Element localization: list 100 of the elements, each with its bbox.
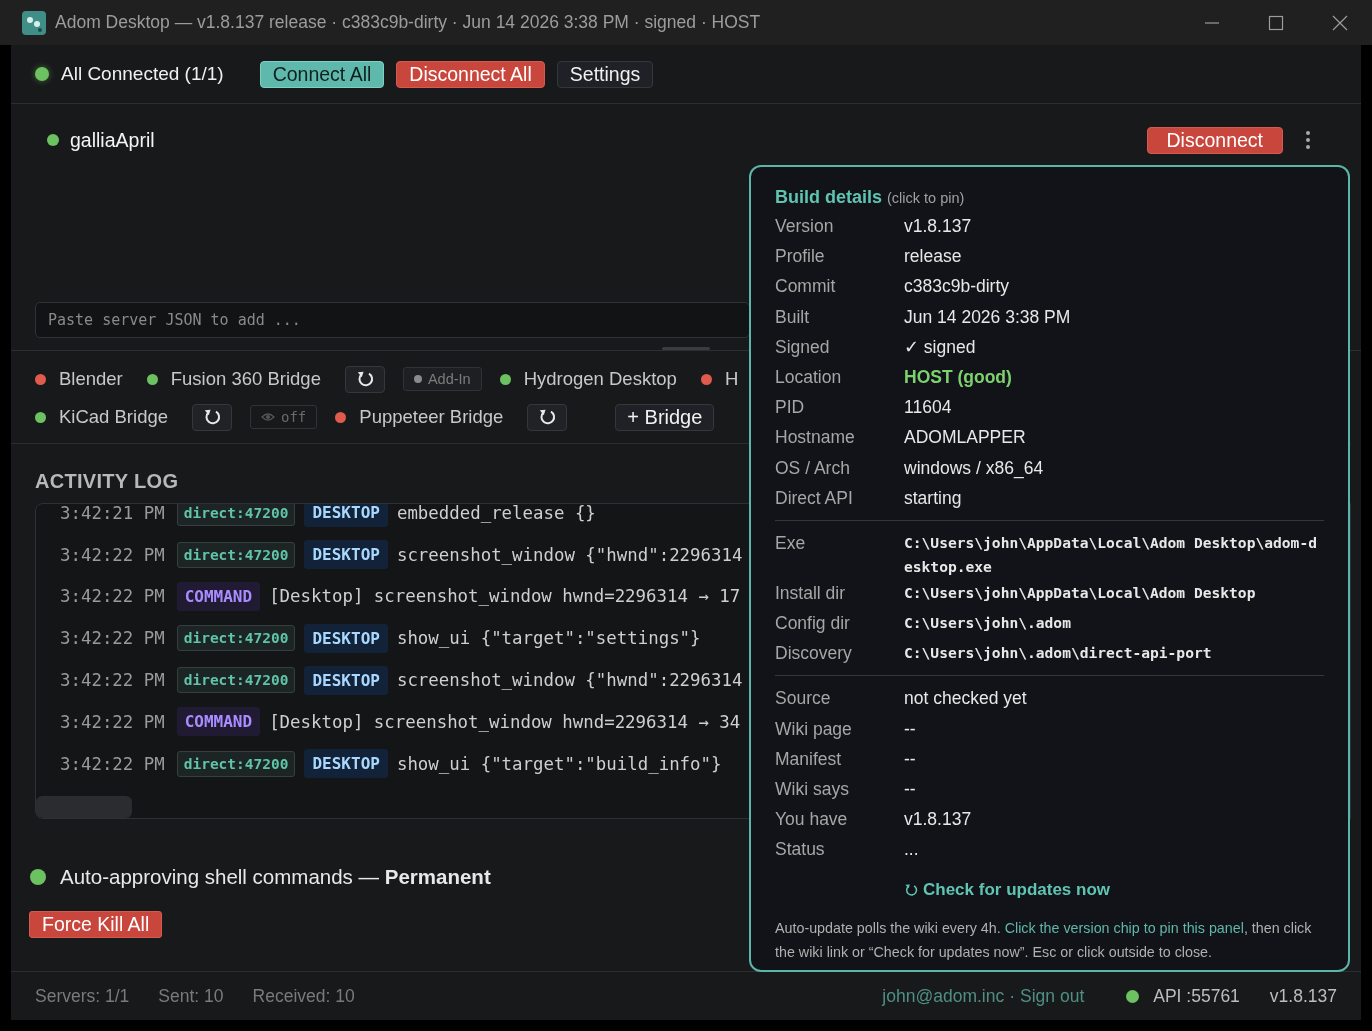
detail-value: v1.8.137	[904, 215, 973, 237]
detail-label: Direct API	[775, 486, 854, 509]
version-chip[interactable]: v1.8.137	[1269, 985, 1337, 1007]
server-name: galliaApril	[70, 128, 156, 152]
log-message: screenshot_window {"hwnd":2296314	[396, 670, 743, 691]
paste-field[interactable]: Paste server JSON to add ...	[35, 302, 750, 338]
detail-label: OS / Arch	[775, 456, 851, 479]
detail-value: windows / x86_64	[904, 456, 1045, 479]
log-time: 3:42:22 PM	[60, 711, 165, 732]
bridge-name: Puppeteer Bridge	[359, 406, 504, 428]
log-time: 3:42:22 PM	[60, 753, 165, 774]
detail-value: v1.8.137	[904, 808, 973, 831]
detail-value: C:\Users\john\AppData\Local\Adom Desktop\adom-desktop.exe	[904, 532, 1318, 577]
detail-label: Location	[775, 365, 843, 388]
refresh-button[interactable]	[344, 365, 385, 393]
disconnect-button[interactable]: Disconnect	[1146, 126, 1283, 154]
detail-value: release	[904, 245, 963, 268]
api-port: API :55761	[1153, 985, 1240, 1007]
status-counter: Sent: 10	[158, 985, 224, 1007]
log-message: [Desktop] screenshot_window hwnd=2296314 → 34	[269, 711, 741, 732]
detail-value: HOST (good)	[904, 365, 1013, 388]
app-logo-icon	[22, 10, 46, 35]
refresh-icon	[538, 408, 557, 426]
toolbar-button[interactable]: Connect All	[259, 60, 385, 88]
log-tag: COMMAND	[176, 707, 261, 737]
bridge-name: KiCad Bridge	[59, 406, 168, 428]
detail-value: --	[904, 747, 917, 770]
toolbar-button[interactable]: Disconnect All	[396, 60, 545, 88]
detail-label: Profile	[775, 245, 826, 268]
bridge-name: Fusion 360 Bridge	[170, 368, 321, 390]
source-tag: direct:47200	[176, 667, 296, 694]
detail-label: Wiki page	[775, 717, 853, 740]
detail-value: --	[904, 778, 917, 800]
detail-value: ...	[904, 838, 920, 861]
bridge-name: H	[724, 368, 739, 390]
detail-value: C:\Users\john\.adom	[904, 613, 1072, 634]
detail-label: Install dir	[775, 581, 847, 604]
log-time: 3:42:22 PM	[60, 544, 165, 565]
panel-title: Build details	[775, 187, 882, 207]
close-icon[interactable]	[1332, 14, 1348, 31]
detail-label: Status	[775, 838, 826, 861]
separator: ·	[1009, 985, 1016, 1007]
log-time: 3:42:22 PM	[60, 628, 165, 649]
refresh-icon	[355, 370, 374, 388]
log-message: embedded_release {}	[396, 504, 596, 523]
more-icon[interactable]	[1305, 130, 1311, 150]
detail-label: Commit	[775, 275, 837, 298]
auto-approve-text: Auto-approving shell commands — Permanent	[60, 865, 491, 889]
log-tag: DESKTOP	[304, 749, 388, 779]
refresh-button[interactable]	[527, 403, 568, 431]
check-updates-link[interactable]: Check for updates now	[904, 879, 1324, 900]
detail-label: You have	[775, 808, 849, 831]
log-time: 3:42:22 PM	[60, 670, 165, 691]
resize-handle[interactable]	[662, 347, 710, 350]
refresh-icon	[203, 408, 221, 426]
refresh-button[interactable]	[192, 403, 232, 431]
account-email: john@adom.inc	[882, 985, 1005, 1007]
detail-label: Exe	[775, 531, 807, 554]
refresh-icon	[904, 882, 918, 897]
maximize-icon[interactable]	[1268, 14, 1284, 31]
log-tag: COMMAND	[176, 582, 261, 611]
connection-status: All Connected (1/1)	[61, 63, 224, 85]
source-tag: direct:47200	[176, 750, 296, 777]
detail-label: Manifest	[775, 747, 843, 770]
detail-label: Wiki says	[775, 778, 850, 800]
add-bridge-button[interactable]: + Bridge	[615, 403, 715, 431]
detail-label: Version	[775, 215, 835, 237]
pin-panel-link[interactable]: Click the version chip to pin this panel	[1004, 919, 1244, 936]
dot-icon	[413, 375, 422, 383]
detail-value: ADOMLAPPER	[904, 426, 1027, 449]
log-time: 3:42:21 PM	[60, 504, 165, 523]
source-tag: direct:47200	[176, 625, 296, 652]
detail-label: Config dir	[775, 612, 851, 635]
source-tag: direct:47200	[176, 504, 296, 526]
detail-label: Discovery	[775, 642, 853, 665]
log-message: screenshot_window {"hwnd":2296314	[396, 544, 743, 565]
section-title: ACTIVITY LOG	[35, 470, 180, 493]
mode-chip[interactable]: Add-In	[402, 367, 482, 391]
scrollbar-thumb[interactable]	[36, 796, 132, 818]
force-kill-button[interactable]: Force Kill All	[29, 911, 163, 938]
bridge-name: Blender	[59, 368, 123, 390]
sign-out-link[interactable]: Sign out	[1020, 985, 1085, 1007]
detail-value: c383c9b-dirty	[904, 275, 1011, 298]
detail-value: starting	[904, 486, 963, 509]
log-tag: DESKTOP	[304, 665, 388, 695]
status-counter: Received: 10	[252, 985, 355, 1007]
toolbar-button[interactable]: Settings	[556, 60, 654, 88]
detail-label: Built	[775, 305, 811, 328]
detail-label: Hostname	[775, 426, 856, 449]
window-title: Adom Desktop — v1.8.137 release · c383c9b-dirty · Jun 14 2026 3:38 PM · signed · HOST	[55, 12, 762, 33]
log-message: show_ui {"target":"settings"}	[396, 628, 701, 649]
panel-hint: (click to pin)	[887, 190, 965, 206]
log-tag: DESKTOP	[304, 504, 388, 528]
bridge-name: Hydrogen Desktop	[523, 368, 677, 390]
detail-value: not checked yet	[904, 687, 1028, 710]
status-counter: Servers: 1/1	[35, 985, 130, 1007]
detail-value: ✓ signed	[904, 335, 977, 358]
detail-value: Jun 14 2026 3:38 PM	[904, 305, 1072, 328]
log-message: show_ui {"target":"build_info"}	[396, 753, 722, 774]
log-message: [Desktop] screenshot_window hwnd=2296314 → 17	[269, 586, 741, 607]
